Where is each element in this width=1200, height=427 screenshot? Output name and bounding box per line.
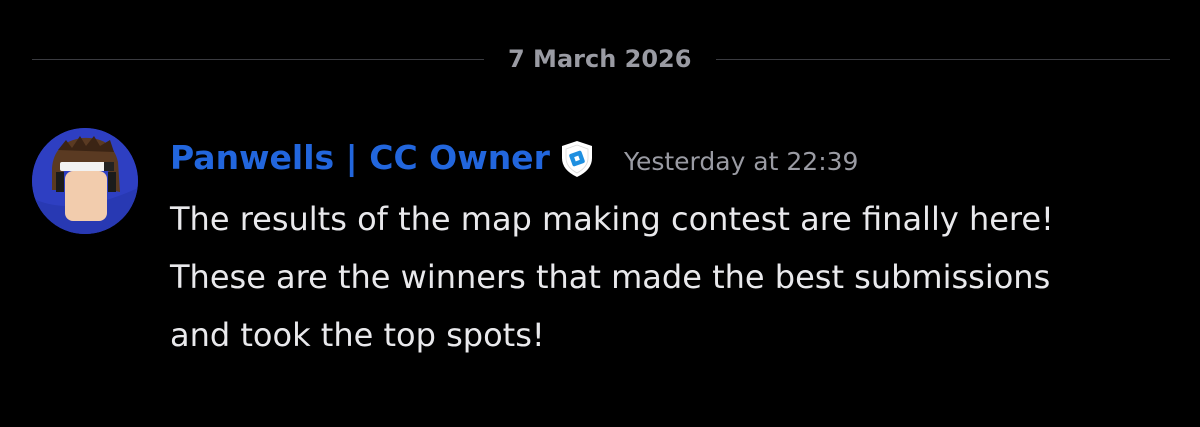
- message-line: These are the winners that made the best…: [170, 258, 1051, 296]
- divider-line-right: [716, 59, 1170, 60]
- avatar[interactable]: [32, 128, 138, 234]
- divider-date: 7 March 2026: [508, 45, 692, 73]
- message-line: The results of the map making contest ar…: [170, 200, 1054, 238]
- username[interactable]: Panwells | CC Owner: [170, 136, 550, 180]
- message-content: The results of the map making contest ar…: [170, 190, 1170, 364]
- message-line: and took the top spots!: [170, 316, 545, 354]
- divider-line-left: [32, 59, 484, 60]
- chat-message: Panwells | CC Owner Yesterday at 22:39 T…: [32, 128, 1182, 368]
- message-timestamp: Yesterday at 22:39: [624, 147, 859, 176]
- avatar-image: [32, 128, 138, 234]
- shield-badge-icon[interactable]: [557, 139, 597, 179]
